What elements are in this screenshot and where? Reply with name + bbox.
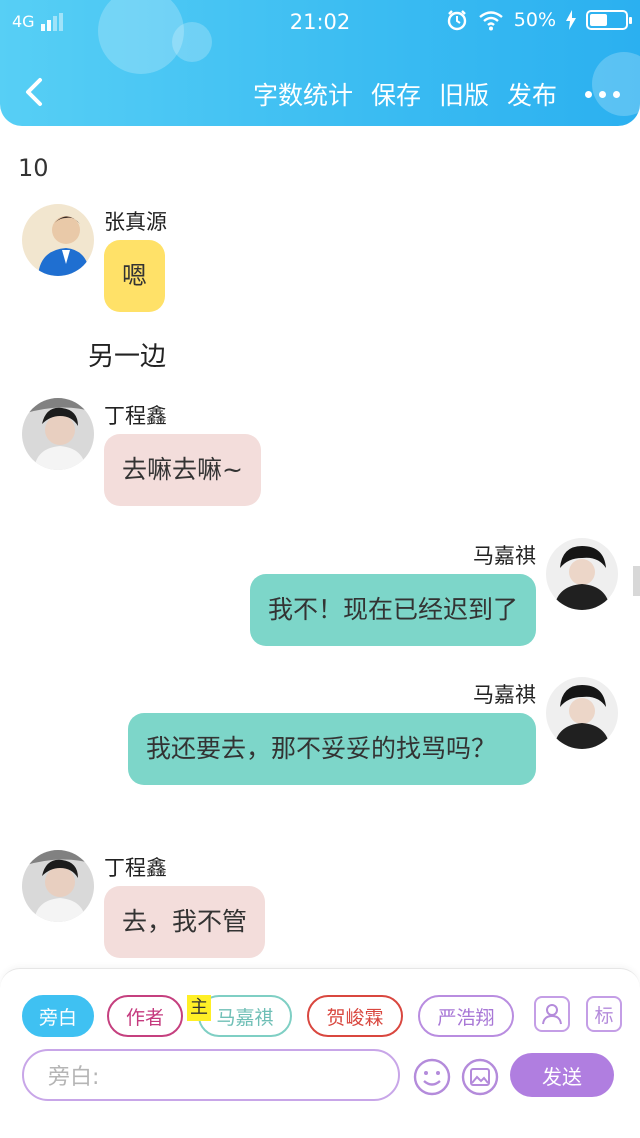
battery-level [590,14,607,26]
publish-button[interactable]: 发布 [507,76,557,112]
role-chip-he-junlin[interactable]: 贺峻霖 [307,995,403,1037]
sender-name: 马嘉祺 [473,683,536,707]
word-count-button[interactable]: 字数统计 [253,76,353,112]
old-version-button[interactable]: 旧版 [439,76,489,112]
avatar[interactable] [22,204,94,276]
sender-name: 丁程鑫 [104,404,167,428]
emoji-button[interactable] [412,1057,452,1097]
role-chip-narration[interactable]: 旁白 [22,995,94,1037]
avatar[interactable] [546,538,618,610]
message-bubble[interactable]: 去嘛去嘛~ [104,434,261,506]
composer-panel: 旁白 作者 马嘉祺 主 贺峻霖 严浩翔 标 旁白: 发送 [0,968,640,1138]
role-chip-yan-haoxiang[interactable]: 严浩翔 [418,995,514,1037]
alarm-icon [447,10,466,31]
more-button[interactable] [575,90,620,98]
chat-content[interactable]: 10 张真源 嗯 另一边 丁程鑫 去嘛去嘛~ 马嘉祺 我不！现在已经迟到了 马嘉… [0,126,640,968]
image-icon [461,1058,499,1096]
back-button[interactable] [18,72,58,112]
avatar[interactable] [22,850,94,922]
nav-actions: 字数统计 保存 旧版 发布 [253,76,620,112]
message-input[interactable]: 旁白: [22,1049,400,1101]
status-bar: 4G 21:02 50% [0,0,640,44]
sender-name: 马嘉祺 [473,544,536,568]
avatar[interactable] [546,677,618,749]
smiley-icon [413,1058,451,1096]
battery-icon [586,10,632,30]
app-header: 4G 21:02 50% 字数统计 保存 旧版 发布 [0,0,640,126]
image-button[interactable] [460,1057,500,1097]
role-chip-author[interactable]: 作者 [107,995,183,1037]
mark-button[interactable]: 标 [586,996,622,1032]
sender-name: 丁程鑫 [104,856,167,880]
word-count: 10 [18,154,49,182]
charging-bolt-icon [566,10,576,30]
chevron-left-icon [26,78,42,106]
status-icons: 50% [446,9,632,31]
message-bubble[interactable]: 嗯 [104,240,166,312]
lead-role-badge: 主 [187,995,211,1021]
message-bubble[interactable]: 我不！现在已经迟到了 [249,574,536,646]
top-navbar: 字数统计 保存 旧版 发布 [0,62,640,124]
wifi-icon [479,11,503,31]
add-role-button[interactable] [534,996,570,1032]
sender-name: 张真源 [104,210,167,234]
battery-percent: 50% [513,9,556,31]
scrollbar[interactable] [633,566,640,596]
role-chip-ma-jiaqi[interactable]: 马嘉祺 [198,995,292,1037]
save-button[interactable]: 保存 [371,76,421,112]
narration-text: 另一边 [88,342,167,372]
more-dots-icon [585,90,592,98]
send-button[interactable]: 发送 [510,1053,614,1097]
message-bubble[interactable]: 我还要去，那不妥妥的找骂吗？ [128,713,536,785]
avatar[interactable] [22,398,94,470]
message-bubble[interactable]: 去，我不管 [104,886,266,958]
input-placeholder: 旁白: [48,1065,100,1090]
person-icon [542,1004,562,1025]
